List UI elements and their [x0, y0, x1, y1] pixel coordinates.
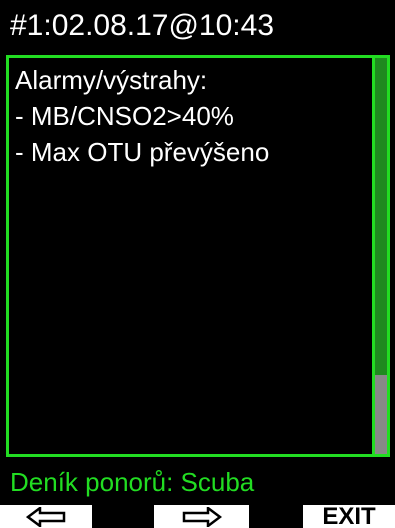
dive-log-mode-label: Deník ponorů: Scuba — [10, 467, 255, 497]
scrollbar[interactable] — [375, 58, 387, 454]
arrow-right-icon — [182, 506, 222, 527]
dive-log-header: #1:02.08.17@10:43 — [0, 0, 395, 51]
arrow-left-icon — [26, 506, 66, 527]
alert-item: - Max OTU převýšeno — [15, 137, 270, 167]
scrollbar-thumb[interactable] — [375, 58, 387, 375]
next-button[interactable] — [154, 505, 249, 528]
previous-button[interactable] — [0, 505, 92, 528]
alert-item: - MB/CNSO2>40% — [15, 101, 234, 131]
dive-computer-screen: #1:02.08.17@10:43 Alarmy/výstrahy: - MB/… — [0, 0, 395, 528]
alerts-heading: Alarmy/výstrahy: — [15, 65, 208, 95]
exit-button[interactable]: EXIT — [303, 505, 395, 528]
softkey-bar: EXIT — [0, 505, 395, 528]
alerts-content: Alarmy/výstrahy: - MB/CNSO2>40% - Max OT… — [15, 62, 375, 170]
alerts-panel: Alarmy/výstrahy: - MB/CNSO2>40% - Max OT… — [6, 55, 390, 457]
